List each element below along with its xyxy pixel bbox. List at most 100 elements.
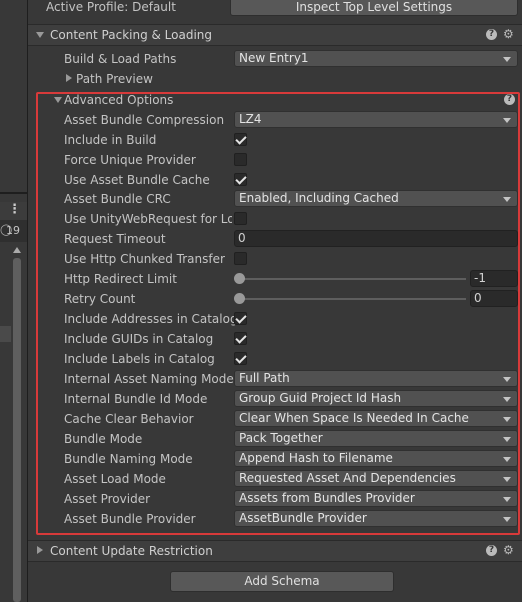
bundle-naming-mode-value: Append Hash to Filename [239,451,393,465]
bundle-naming-mode-dropdown[interactable]: Append Hash to Filename [234,450,518,467]
internal-asset-naming-value: Full Path [239,371,290,385]
retry-count-input[interactable]: 0 [470,290,518,307]
field-row: Retry Count 0 [28,289,522,309]
field-row: Asset Provider Assets from Bundles Provi… [28,489,522,509]
chevron-down-icon [503,397,511,402]
field-row: Http Redirect Limit -1 [28,269,522,289]
asset-bundle-provider-label: Asset Bundle Provider [64,512,196,526]
slider-track[interactable] [238,298,466,300]
cache-clear-behavior-label: Cache Clear Behavior [64,412,194,426]
gear-icon[interactable]: ⚙ [503,28,515,40]
asset-provider-label: Asset Provider [64,492,151,506]
chevron-down-icon [503,457,511,462]
bundle-mode-value: Pack Together [239,431,323,445]
asset-provider-dropdown[interactable]: Assets from Bundles Provider [234,490,518,507]
field-row: Cache Clear Behavior Clear When Space Is… [28,409,522,429]
retry-count-slider[interactable]: 0 [234,289,518,309]
advanced-options-header[interactable]: Advanced Options ? [28,90,522,110]
help-icon[interactable]: ? [504,94,515,105]
gear-icon[interactable]: ⚙ [503,544,515,556]
slider-track[interactable] [238,278,466,280]
bundle-naming-mode-label: Bundle Naming Mode [64,452,193,466]
left-pane-toolbar: ⋮ [0,202,27,220]
slider-knob[interactable] [234,273,245,284]
request-timeout-input[interactable]: 0 [234,230,518,247]
internal-bundle-id-value: Group Guid Project Id Hash [239,391,402,405]
asset-bundle-crc-dropdown[interactable]: Enabled, Including Cached [234,190,518,207]
internal-asset-naming-dropdown[interactable]: Full Path [234,370,518,387]
include-guids-checkbox[interactable] [234,332,247,345]
help-icon[interactable]: ? [486,545,497,556]
help-icon[interactable]: ? [486,29,497,40]
collapsed-arrow-icon[interactable] [66,74,72,82]
expand-arrow-icon[interactable] [54,97,62,103]
internal-bundle-id-dropdown[interactable]: Group Guid Project Id Hash [234,390,518,407]
left-scrollbar-up-icon[interactable] [13,247,21,253]
http-redirect-limit-slider[interactable]: -1 [234,269,518,289]
active-profile-row: Active Profile: Default Inspect Top Leve… [28,0,522,20]
use-http-chunked-transfer-checkbox[interactable] [234,252,247,265]
content-packing-title: Content Packing & Loading [50,28,213,42]
asset-bundle-provider-value: AssetBundle Provider [239,511,367,525]
field-row: Bundle Mode Pack Together [28,429,522,449]
include-labels-checkbox[interactable] [234,352,247,365]
retry-count-label: Retry Count [64,292,136,306]
cache-clear-behavior-dropdown[interactable]: Clear When Space Is Needed In Cache [234,410,518,427]
use-asset-bundle-cache-checkbox[interactable] [234,173,247,186]
asset-load-mode-label: Asset Load Mode [64,472,166,486]
asset-bundle-crc-value: Enabled, Including Cached [239,191,399,205]
field-row: Asset Load Mode Requested Asset And Depe… [28,469,522,489]
content-packing-header[interactable]: Content Packing & Loading ? ⚙ [28,24,522,46]
field-row: Asset Bundle Provider AssetBundle Provid… [28,509,522,529]
field-row: Include Labels in Catalog [28,349,522,369]
force-unique-provider-checkbox[interactable] [234,153,247,166]
left-pane-counter-row: ◯ 19 [0,220,27,242]
include-addresses-label: Include Addresses in Catalog [64,312,238,326]
more-options-icon[interactable]: ⋮ [8,202,21,217]
http-redirect-limit-input[interactable]: -1 [470,270,518,287]
chevron-down-icon [503,437,511,442]
asset-bundle-crc-label: Asset Bundle CRC [64,192,171,206]
use-http-chunked-transfer-label: Use Http Chunked Transfer [64,252,225,266]
build-load-paths-label: Build & Load Paths [64,52,177,66]
path-preview-label: Path Preview [76,72,153,86]
use-unitywebrequest-checkbox[interactable] [234,212,247,225]
field-row: Internal Bundle Id Mode Group Guid Proje… [28,389,522,409]
bundle-mode-label: Bundle Mode [64,432,143,446]
field-row: Asset Bundle Compression LZ4 [28,110,522,130]
include-guids-label: Include GUIDs in Catalog [64,332,214,346]
field-row: Bundle Naming Mode Append Hash to Filena… [28,449,522,469]
asset-bundle-compression-label: Asset Bundle Compression [64,113,225,127]
include-in-build-checkbox[interactable] [234,133,247,146]
collapsed-arrow-icon[interactable] [37,546,43,554]
add-schema-button[interactable]: Add Schema [170,571,394,592]
chevron-down-icon [503,57,511,62]
asset-load-mode-dropdown[interactable]: Requested Asset And Dependencies [234,470,518,487]
use-asset-bundle-cache-label: Use Asset Bundle Cache [64,173,210,187]
asset-provider-value: Assets from Bundles Provider [239,491,415,505]
slider-knob[interactable] [234,293,245,304]
asset-load-mode-value: Requested Asset And Dependencies [239,471,456,485]
inspect-top-level-settings-button[interactable]: Inspect Top Level Settings [230,0,518,16]
content-update-restriction-header[interactable]: Content Update Restriction ? ⚙ [28,540,522,562]
force-unique-provider-label: Force Unique Provider [64,153,196,167]
field-row: Use UnityWebRequest for Loc [28,209,522,229]
build-load-paths-row: Build & Load Paths New Entry1 [28,49,522,69]
field-row: Include in Build [28,130,522,150]
asset-bundle-compression-dropdown[interactable]: LZ4 [234,111,518,128]
asset-bundle-provider-dropdown[interactable]: AssetBundle Provider [234,510,518,527]
left-scrollbar[interactable] [13,258,21,602]
chevron-down-icon [503,118,511,123]
chevron-down-icon [503,377,511,382]
left-pane-upper [0,0,27,192]
include-in-build-label: Include in Build [64,133,157,147]
chevron-down-icon [503,417,511,422]
path-preview-row[interactable]: Path Preview [28,69,522,89]
bundle-mode-dropdown[interactable]: Pack Together [234,430,518,447]
expand-arrow-icon[interactable] [36,32,44,38]
active-profile-label: Active Profile: Default [46,0,176,14]
left-pane-item[interactable] [0,326,11,342]
left-pane-divider [0,192,27,194]
include-addresses-checkbox[interactable] [234,312,247,325]
build-load-paths-dropdown[interactable]: New Entry1 [234,50,518,67]
